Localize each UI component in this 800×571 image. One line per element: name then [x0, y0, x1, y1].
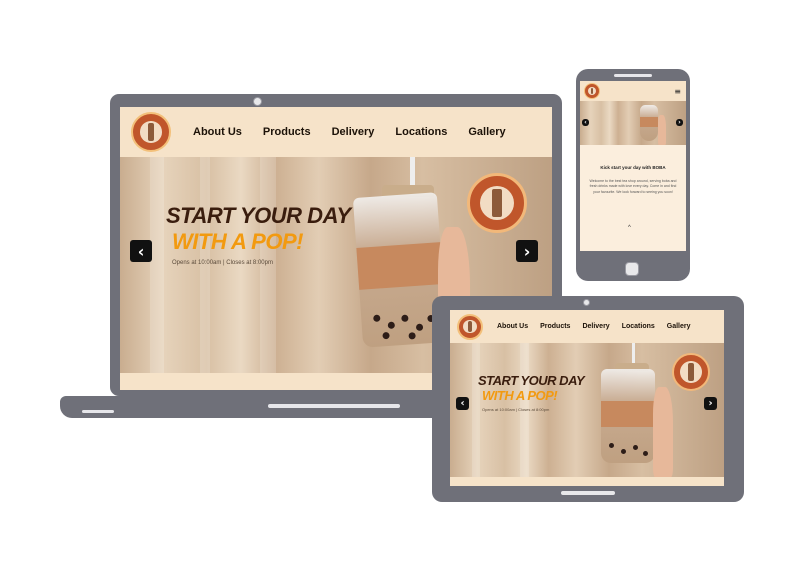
tablet-hero: START YOUR DAY WITH A POP! Opens at 10:0… [450, 343, 724, 477]
hero-title-line1: START YOUR DAY [166, 203, 351, 228]
tablet-screen: About Us Products Delivery Locations Gal… [450, 310, 724, 486]
nav-gallery[interactable]: Gallery [468, 126, 505, 138]
phone-screen: ≡ ‹ › Kick start your day with BOBA Welc… [580, 81, 686, 251]
phone-content: Kick start your day with BOBA Welcome to… [580, 145, 686, 251]
cup-sleeve [356, 242, 444, 290]
tablet-nav: About Us Products Delivery Locations Gal… [497, 323, 691, 330]
chevron-left-icon: ‹ [460, 398, 465, 409]
carousel-next-button[interactable]: › [516, 240, 538, 262]
hamburger-icon[interactable]: ≡ [674, 87, 681, 96]
cup-sleeve [601, 401, 655, 427]
tapioca-pearl [401, 314, 409, 323]
nav-delivery[interactable]: Delivery [582, 323, 609, 330]
chevron-right-icon: › [678, 119, 681, 126]
phone-header: ≡ [580, 81, 686, 101]
nav-locations[interactable]: Locations [622, 323, 655, 330]
chevron-left-icon: ‹ [584, 119, 587, 126]
tablet-home-bar[interactable] [561, 491, 615, 495]
tapioca-pearl [415, 323, 424, 332]
hero-hours: Opens at 10:00am | Closes at 8:00pm [482, 407, 550, 412]
nav-products[interactable]: Products [263, 126, 311, 138]
nav-products[interactable]: Products [540, 323, 570, 330]
tablet-camera [583, 299, 590, 306]
phone-home-button[interactable] [625, 262, 639, 276]
tablet-footer-strip [450, 477, 724, 486]
hero-title-line1: START YOUR DAY [478, 373, 585, 388]
brand-badge [672, 353, 710, 391]
nav-about-us[interactable]: About Us [193, 126, 242, 138]
tapioca-pearl [408, 332, 416, 340]
scroll-top-icon[interactable]: ^ [628, 225, 631, 231]
tapioca-pearl [621, 449, 626, 454]
nav-gallery[interactable]: Gallery [667, 323, 691, 330]
laptop-camera [253, 97, 262, 106]
curtain-decoration [150, 157, 164, 373]
tapioca-pearl [643, 451, 648, 456]
carousel-next-button[interactable]: › [704, 397, 717, 410]
hero-hours: Opens at 10:00am | Closes at 8:00pm [172, 260, 273, 266]
bubble-tea-cup [601, 369, 655, 463]
bubble-tea-cup [640, 105, 658, 141]
phone-hero: ‹ › [580, 101, 686, 145]
carousel-next-button[interactable]: › [676, 119, 683, 126]
carousel-prev-button[interactable]: ‹ [582, 119, 589, 126]
phone-body-text: Welcome to the best tea shop around, ser… [589, 179, 677, 194]
chevron-left-icon: ‹ [137, 241, 145, 261]
hero-title-line2: WITH A POP! [482, 388, 558, 403]
chevron-right-icon: › [708, 398, 713, 409]
tablet-header: About Us Products Delivery Locations Gal… [450, 310, 724, 343]
curtain-decoration [472, 343, 480, 477]
hand [658, 115, 666, 145]
chevron-right-icon: › [523, 241, 531, 261]
tapioca-pearl [633, 445, 638, 450]
nav-delivery[interactable]: Delivery [332, 126, 375, 138]
logo[interactable] [457, 313, 483, 340]
tapioca-pearl [387, 321, 396, 329]
tapioca-pearl [382, 331, 390, 340]
brand-badge [467, 173, 527, 233]
cup-sleeve [640, 117, 658, 127]
nav-locations[interactable]: Locations [395, 126, 447, 138]
carousel-prev-button[interactable]: ‹ [456, 397, 469, 410]
logo[interactable] [584, 83, 600, 99]
nav-about-us[interactable]: About Us [497, 323, 528, 330]
hand [653, 387, 673, 477]
straw [632, 343, 635, 365]
laptop-foot-light [82, 410, 114, 413]
phone-speaker [614, 74, 652, 77]
laptop-header: About Us Products Delivery Locations Gal… [120, 107, 552, 157]
carousel-prev-button[interactable]: ‹ [130, 240, 152, 262]
tapioca-pearl [373, 314, 381, 322]
laptop-nav: About Us Products Delivery Locations Gal… [193, 126, 506, 138]
logo[interactable] [131, 112, 171, 152]
phone-heading: Kick start your day with BOBA [600, 165, 666, 170]
tapioca-pearl [609, 443, 614, 448]
hero-title-line2: WITH A POP! [172, 229, 303, 254]
laptop-trackpad-notch [268, 404, 400, 408]
